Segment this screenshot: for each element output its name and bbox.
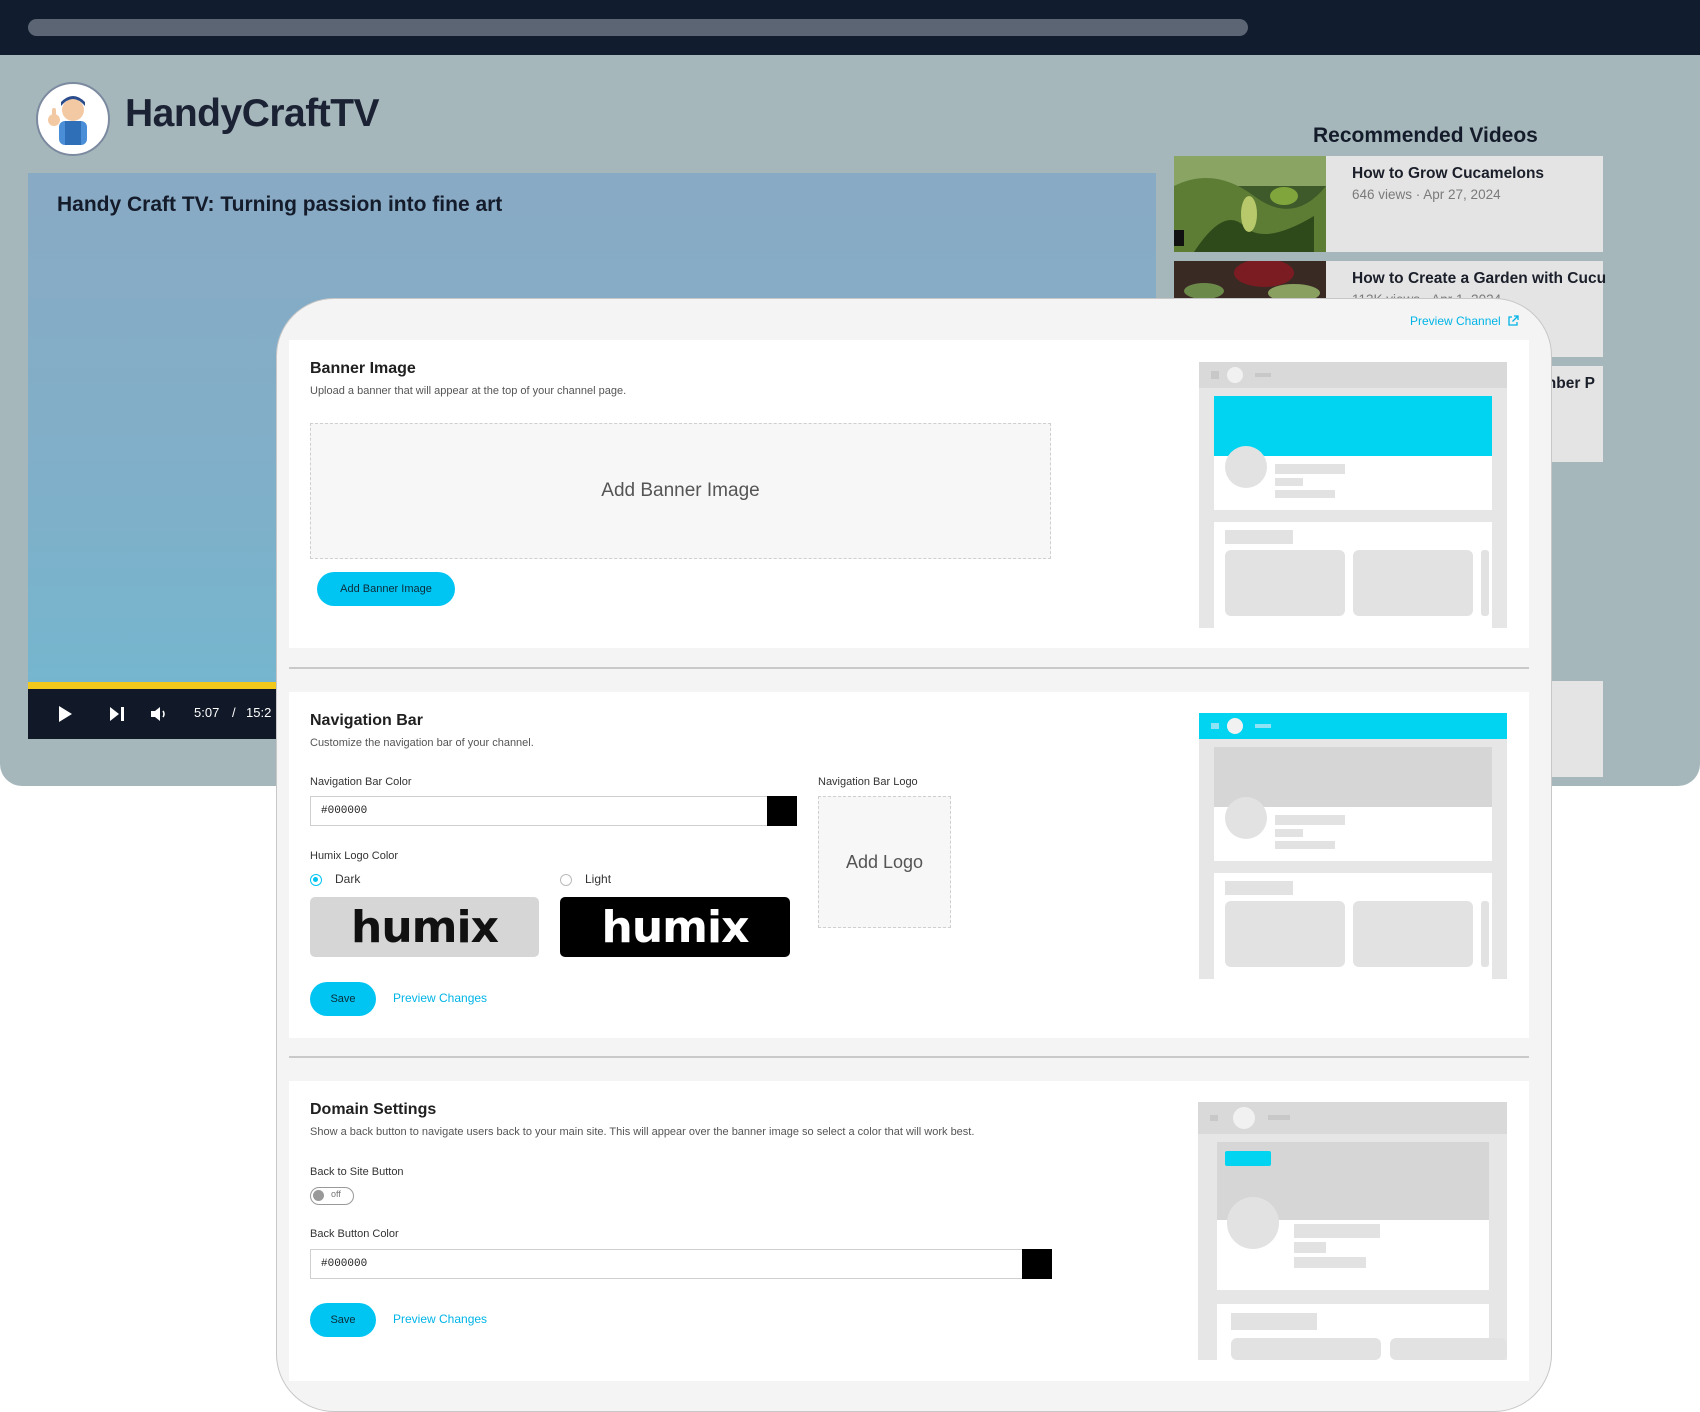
light-radio[interactable] (560, 874, 572, 886)
navbar-color-label: Navigation Bar Color (310, 776, 412, 788)
current-time: 5:07 (194, 705, 220, 720)
banner-section-description: Upload a banner that will appear at the … (310, 385, 627, 397)
navigation-bar-section: Navigation Bar Customize the navigation … (289, 692, 1529, 1038)
banner-section-title: Banner Image (310, 360, 416, 377)
navbar-color-input[interactable] (310, 796, 768, 826)
handyman-mascot-icon (48, 96, 87, 145)
volume-icon[interactable] (150, 705, 170, 723)
back-to-site-label: Back to Site Button (310, 1166, 404, 1178)
time-separator: / (232, 705, 236, 720)
recommended-video-meta: 646 views · Apr 27, 2024 (1352, 187, 1501, 202)
navbar-section-title: Navigation Bar (310, 712, 423, 729)
recommended-video-title[interactable]: How to Grow Cucamelons (1352, 165, 1544, 183)
navbar-preview-changes-link[interactable]: Preview Changes (393, 991, 487, 1005)
add-logo-label: Add Logo (845, 851, 924, 872)
external-link-icon (1508, 315, 1519, 326)
video-controls: 5:07 / 15:2 (28, 689, 288, 739)
back-to-site-toggle[interactable]: off (310, 1187, 354, 1205)
recommended-video-title[interactable]: How to Create a Garden with Cucu (1352, 270, 1606, 288)
video-title: Handy Craft TV: Turning passion into fin… (57, 193, 503, 216)
domain-preview-wireframe (1198, 1102, 1507, 1360)
domain-section-description: Show a back button to navigate users bac… (310, 1126, 975, 1138)
navbar-save-button[interactable]: Save (310, 982, 376, 1016)
back-button-color-input[interactable] (310, 1249, 1023, 1279)
navbar-logo-label: Navigation Bar Logo (818, 776, 918, 788)
play-icon[interactable] (56, 705, 74, 723)
visit-site-mini-button (1225, 1151, 1271, 1166)
navbar-color-swatch[interactable] (767, 796, 797, 826)
toggle-knob (313, 1190, 324, 1201)
channel-name[interactable]: HandyCraftTV (125, 92, 380, 136)
banner-image-section: Banner Image Upload a banner that will a… (289, 340, 1529, 648)
navbar-section-description: Customize the navigation bar of your cha… (310, 737, 534, 749)
video-progress-bar[interactable] (28, 682, 288, 689)
back-button-color-swatch[interactable] (1022, 1249, 1052, 1279)
dark-radio-label: Dark (335, 872, 361, 886)
navbar-logo-dropzone[interactable]: Add Logo (818, 796, 951, 928)
back-button-color-label: Back Button Color (310, 1228, 399, 1240)
recommended-video-title[interactable]: nber P (1547, 375, 1595, 393)
domain-settings-section: Domain Settings Show a back button to na… (289, 1081, 1529, 1381)
preview-channel-label: Preview Channel (1410, 314, 1501, 328)
banner-dropzone-label: Add Banner Image (601, 480, 760, 501)
toggle-state: off (331, 1189, 341, 1199)
add-banner-image-button[interactable]: Add Banner Image (317, 572, 455, 606)
total-time: 15:2 (246, 705, 272, 720)
video-thumbnail (1174, 156, 1326, 252)
domain-section-title: Domain Settings (310, 1101, 437, 1118)
dark-radio[interactable] (310, 874, 322, 886)
domain-save-button[interactable]: Save (310, 1303, 376, 1337)
channel-avatar[interactable] (36, 82, 110, 156)
recommended-video-card[interactable]: How to Grow Cucamelons 646 views · Apr 2… (1174, 156, 1603, 252)
humix-logo-color-label: Humix Logo Color (310, 850, 399, 862)
section-divider (289, 1056, 1529, 1058)
humix-light-logo-option[interactable]: humix (560, 897, 790, 957)
preview-channel-link[interactable]: Preview Channel (1410, 314, 1519, 328)
humix-dark-logo-option[interactable]: humix (310, 897, 539, 957)
banner-dropzone[interactable]: Add Banner Image (310, 423, 1051, 559)
section-divider (289, 667, 1529, 669)
recommended-heading: Recommended Videos (1313, 124, 1538, 147)
domain-preview-changes-link[interactable]: Preview Changes (393, 1312, 487, 1326)
search-bar[interactable] (28, 19, 1248, 36)
navbar-preview-wireframe (1199, 713, 1507, 979)
banner-preview-wireframe (1199, 362, 1507, 628)
light-radio-label: Light (585, 872, 612, 886)
next-icon[interactable] (108, 706, 126, 722)
